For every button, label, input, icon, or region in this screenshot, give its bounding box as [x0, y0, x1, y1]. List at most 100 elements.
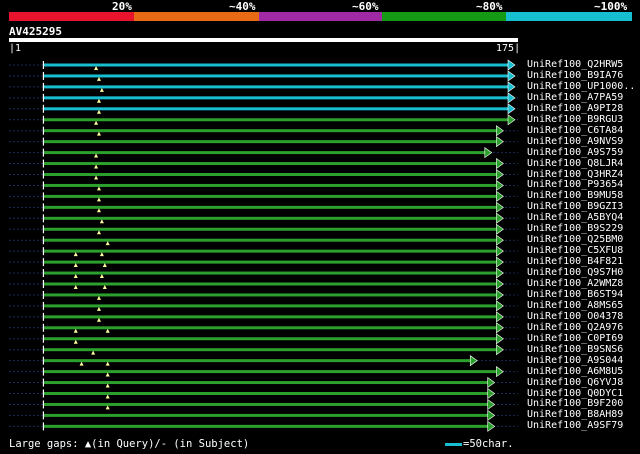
hit-label[interactable]: UniRef100_B9IA76: [527, 70, 623, 81]
hit-bar[interactable]: [43, 96, 510, 100]
hit-label[interactable]: UniRef100_A9S759: [527, 147, 623, 158]
scale-segment-40: [134, 12, 259, 21]
hit-bar[interactable]: [43, 359, 472, 363]
scale-segment-100: [506, 12, 632, 21]
hit-label[interactable]: UniRef100_C0PI69: [527, 333, 623, 344]
hit-label[interactable]: UniRef100_Q2HRW5: [527, 59, 623, 70]
hit-label[interactable]: UniRef100_Q6YVJ8: [527, 377, 623, 388]
hit-label[interactable]: UniRef100_A6M8U5: [527, 366, 623, 377]
hit-bar[interactable]: [43, 337, 498, 341]
hit-bar[interactable]: [43, 63, 510, 67]
hit-start-tick: [42, 301, 45, 310]
hit-label[interactable]: UniRef100_A9NVS9: [527, 136, 623, 147]
query-gap-marker: [96, 197, 101, 202]
hit-bar[interactable]: [43, 271, 498, 275]
hit-bar[interactable]: [43, 260, 498, 264]
hit-start-tick: [42, 192, 45, 201]
hit-start-tick: [42, 389, 45, 398]
hit-bar[interactable]: [43, 282, 498, 286]
hit-end-arrow: [496, 190, 504, 202]
query-bar: [9, 38, 518, 42]
query-gap-marker: [79, 361, 84, 366]
hit-bar[interactable]: [43, 413, 489, 417]
query-gap-marker: [96, 230, 101, 235]
hit-start-tick: [42, 148, 45, 157]
hit-bar[interactable]: [43, 238, 498, 242]
hit-label[interactable]: UniRef100_A5BYQ4: [527, 212, 623, 223]
hit-label[interactable]: UniRef100_B9GZI3: [527, 201, 623, 212]
hit-label[interactable]: UniRef100_Q2A976: [527, 322, 623, 333]
hit-label[interactable]: UniRef100_B4F821: [527, 256, 623, 267]
hit-bar[interactable]: [43, 392, 489, 395]
hit-label[interactable]: UniRef100_Q9S7H0: [527, 267, 623, 278]
hit-label[interactable]: UniRef100_A9SF79: [527, 420, 623, 431]
hit-bar[interactable]: [43, 183, 498, 187]
hit-label[interactable]: UniRef100_C5XFU8: [527, 245, 623, 256]
hit-bar[interactable]: [43, 348, 498, 352]
hit-label[interactable]: UniRef100_B9SNS6: [527, 344, 623, 355]
hit-bar[interactable]: [43, 304, 498, 308]
hit-bar[interactable]: [43, 381, 489, 385]
hit-bar[interactable]: [43, 216, 498, 220]
hit-label[interactable]: UniRef100_UP1000..: [527, 81, 635, 92]
hit-label[interactable]: UniRef100_O04378: [527, 311, 623, 322]
scale-swatch: [445, 442, 462, 446]
hit-bar[interactable]: [43, 140, 498, 144]
hit-label[interactable]: UniRef100_A9PI28: [527, 103, 623, 114]
hit-label[interactable]: UniRef100_Q0DYC1: [527, 388, 623, 399]
hit-label[interactable]: UniRef100_B9F200: [527, 398, 623, 409]
hit-label[interactable]: UniRef100_A7PA59: [527, 92, 623, 103]
hit-label[interactable]: UniRef100_B6ST94: [527, 289, 623, 300]
hit-label[interactable]: UniRef100_Q8LJR4: [527, 158, 623, 169]
hit-end-arrow: [496, 256, 504, 268]
query-gap-marker: [99, 87, 104, 92]
hit-label[interactable]: UniRef100_Q3HRZ4: [527, 169, 623, 180]
hit-label[interactable]: UniRef100_B9RGU3: [527, 114, 623, 125]
hit-bar[interactable]: [43, 370, 498, 374]
hit-label[interactable]: UniRef100_B9MU58: [527, 190, 623, 201]
hit-start-tick: [42, 115, 45, 124]
hit-start-tick: [42, 269, 45, 278]
hit-label[interactable]: UniRef100_A9S044: [527, 355, 623, 366]
query-gap-marker: [73, 284, 78, 289]
hit-bar[interactable]: [43, 194, 498, 198]
hit-start-tick: [42, 181, 45, 190]
hit-start-tick: [42, 82, 45, 91]
hit-label[interactable]: UniRef100_A8MS65: [527, 300, 623, 311]
hit-bar[interactable]: [43, 326, 498, 330]
hit-bar[interactable]: [43, 162, 498, 166]
hit-label[interactable]: UniRef100_P93654: [527, 179, 623, 190]
hit-bar[interactable]: [43, 424, 489, 428]
hit-end-arrow: [496, 344, 504, 356]
hit-bar[interactable]: [43, 107, 510, 111]
query-gap-marker: [73, 263, 78, 268]
hit-end-arrow: [496, 136, 504, 148]
hit-bar[interactable]: [43, 227, 498, 231]
hit-end-arrow: [487, 376, 496, 389]
hit-bar[interactable]: [43, 249, 498, 253]
hit-label[interactable]: UniRef100_A2WMZ8: [527, 278, 623, 289]
hit-bar[interactable]: [43, 129, 498, 133]
hit-label[interactable]: UniRef100_B9S229: [527, 223, 623, 234]
hit-bar[interactable]: [43, 173, 498, 176]
hit-bar[interactable]: [43, 205, 498, 209]
hit-end-arrow: [507, 59, 516, 71]
hit-label[interactable]: UniRef100_B8AH89: [527, 409, 623, 420]
hit-bar[interactable]: [43, 315, 498, 319]
hit-start-tick: [42, 203, 45, 212]
hit-bar[interactable]: [43, 85, 510, 89]
hit-bar[interactable]: [43, 151, 486, 155]
hit-start-tick: [42, 170, 45, 179]
hit-label[interactable]: UniRef100_C6TA84: [527, 125, 623, 136]
hit-bar[interactable]: [43, 74, 510, 78]
hit-bar[interactable]: [43, 402, 489, 406]
hit-label[interactable]: UniRef100_Q25BM0: [527, 234, 623, 245]
scale-label-100: ~100%: [594, 0, 628, 13]
hit-start-tick: [42, 159, 45, 168]
hit-bar[interactable]: [43, 118, 510, 122]
query-gap-marker: [73, 252, 78, 257]
query-gap-marker: [94, 65, 99, 70]
hit-start-tick: [42, 345, 45, 354]
hit-bar[interactable]: [43, 293, 498, 297]
scale-legend: =50char.: [445, 438, 514, 450]
